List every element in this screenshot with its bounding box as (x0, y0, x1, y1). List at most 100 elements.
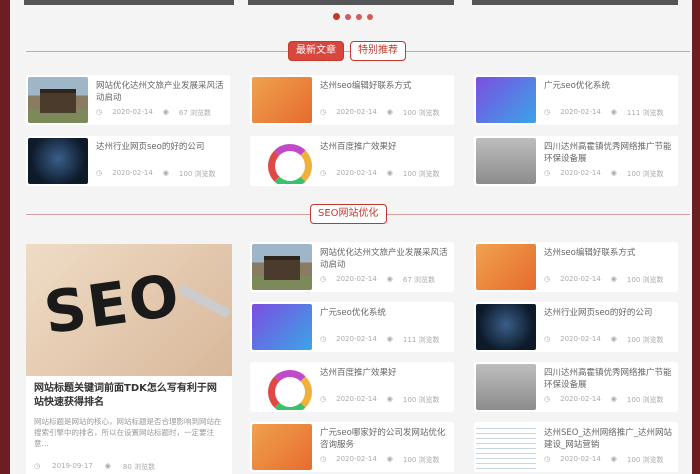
slide-thumb[interactable] (24, 0, 234, 5)
article-views: 100 浏览数 (626, 276, 664, 284)
feature-article-card[interactable]: SEO 网站标题关键词前面TDK怎么写有利于网站快速获得排名 网站标题是网站的核… (26, 244, 232, 474)
article-title[interactable]: 网站优化达州文旅产业发展采风活动启动 (320, 247, 450, 271)
article-card[interactable]: 网站优化达州文旅产业发展采风活动启动 ◷ 2020-02-14 ◉ 67 浏览数 (250, 242, 454, 292)
slider-strip (10, 0, 692, 8)
article-card[interactable]: 达州seo编辑好联系方式 ◷ 2020-02-14 ◉ 100 浏览数 (250, 75, 454, 125)
article-title[interactable]: 达州行业网页seo的好的公司 (544, 307, 674, 319)
article-thumbnail[interactable] (252, 364, 312, 410)
tab-latest-articles[interactable]: 最新文章 (288, 41, 344, 61)
clock-icon: ◷ (544, 108, 551, 116)
article-title[interactable]: 网站优化达州文旅产业发展采风活动启动 (96, 80, 226, 104)
article-meta: ◷ 2020-02-14 ◉ 67 浏览数 (320, 275, 454, 285)
eye-icon: ◉ (610, 108, 617, 116)
eye-icon: ◉ (610, 335, 617, 343)
slider-dot[interactable] (367, 14, 373, 20)
article-card[interactable]: 四川达州高霍镇优秀网络推广节能环保设备展 ◷ 2020-02-14 ◉ 100 浏览数 (474, 136, 678, 186)
clock-icon: ◷ (320, 455, 327, 463)
clock-icon: ◷ (544, 395, 551, 403)
section2-tabs: SEO网站优化 (310, 204, 387, 224)
clock-icon: ◷ (96, 108, 103, 116)
slider-dot[interactable] (345, 14, 351, 20)
article-card[interactable]: 达州行业网页seo的好的公司 ◷ 2020-02-14 ◉ 100 浏览数 (474, 302, 678, 352)
feature-description: 网站标题是网站的核心，网站标题是否合理影响到网站在搜索引擎中的排名，所以在设置网… (34, 417, 222, 448)
article-meta: ◷ 2020-02-14 ◉ 100 浏览数 (544, 335, 678, 345)
article-date: 2020-02-14 (560, 275, 601, 283)
article-card[interactable]: 广元seo优化系统 ◷ 2020-02-14 ◉ 111 浏览数 (250, 302, 454, 352)
article-date: 2020-02-14 (336, 108, 377, 116)
article-thumbnail[interactable] (476, 244, 536, 290)
eye-icon: ◉ (386, 108, 393, 116)
article-card[interactable]: 达州百度推广效果好 ◷ 2020-02-14 ◉ 100 浏览数 (250, 362, 454, 412)
clock-icon: ◷ (544, 335, 551, 343)
article-views: 111 浏览数 (626, 109, 664, 117)
eye-icon: ◉ (610, 169, 617, 177)
article-views: 100 浏览数 (402, 456, 440, 464)
clock-icon: ◷ (320, 169, 327, 177)
article-views: 67 浏览数 (178, 109, 212, 117)
article-thumbnail[interactable] (28, 138, 88, 184)
article-meta: ◷ 2020-02-14 ◉ 100 浏览数 (544, 275, 678, 285)
slider-dot[interactable] (333, 13, 340, 20)
article-card[interactable]: 达州seo编辑好联系方式 ◷ 2020-02-14 ◉ 100 浏览数 (474, 242, 678, 292)
feature-meta: ◷ 2019-09-17 ◉ 80 浏览数 (34, 462, 155, 472)
article-card[interactable]: 达州百度推广效果好 ◷ 2020-02-14 ◉ 100 浏览数 (250, 136, 454, 186)
article-title[interactable]: 达州行业网页seo的好的公司 (96, 141, 226, 153)
article-title[interactable]: 四川达州高霍镇优秀网络推广节能环保设备展 (544, 367, 674, 391)
article-thumbnail[interactable] (476, 77, 536, 123)
tab-featured[interactable]: 特别推荐 (350, 41, 406, 61)
article-title[interactable]: 广元seo优化系统 (544, 80, 674, 92)
article-thumbnail[interactable] (252, 244, 312, 290)
slide-thumb[interactable] (472, 0, 678, 5)
article-thumbnail[interactable] (476, 424, 536, 470)
slider-dot[interactable] (356, 14, 362, 20)
article-meta: ◷ 2020-02-14 ◉ 100 浏览数 (544, 455, 678, 465)
article-card[interactable]: 达州SEO_达州网络推广_达州网站建设_网站营销 ◷ 2020-02-14 ◉ 100 … (474, 422, 678, 472)
article-title[interactable]: 达州seo编辑好联系方式 (320, 80, 450, 92)
article-title[interactable]: 达州百度推广效果好 (320, 141, 450, 153)
article-title[interactable]: 广元seo优化系统 (320, 307, 450, 319)
tab-seo-optimization[interactable]: SEO网站优化 (310, 204, 387, 224)
article-thumbnail[interactable] (28, 77, 88, 123)
clock-icon: ◷ (544, 169, 551, 177)
article-thumbnail[interactable] (252, 138, 312, 184)
article-title[interactable]: 四川达州高霍镇优秀网络推广节能环保设备展 (544, 141, 674, 165)
article-title[interactable]: 广元seo哪家好的公司发网站优化咨询服务 (320, 427, 450, 451)
article-meta: ◷ 2020-02-14 ◉ 100 浏览数 (320, 169, 454, 179)
slide-thumb[interactable] (248, 0, 454, 5)
article-meta: ◷ 2020-02-14 ◉ 100 浏览数 (544, 169, 678, 179)
article-date: 2020-02-14 (560, 108, 601, 116)
article-views: 100 浏览数 (402, 109, 440, 117)
article-thumbnail[interactable] (476, 364, 536, 410)
article-thumbnail[interactable] (252, 424, 312, 470)
article-date: 2020-02-14 (336, 395, 377, 403)
eye-icon: ◉ (610, 395, 617, 403)
article-title[interactable]: 达州SEO_达州网络推广_达州网站建设_网站营销 (544, 427, 674, 451)
eye-icon: ◉ (610, 455, 617, 463)
article-views: 100 浏览数 (626, 396, 664, 404)
article-date: 2020-02-14 (112, 108, 153, 116)
article-title[interactable]: 达州seo编辑好联系方式 (544, 247, 674, 259)
article-thumbnail[interactable] (252, 77, 312, 123)
article-card[interactable]: 达州行业网页seo的好的公司 ◷ 2020-02-14 ◉ 100 浏览数 (26, 136, 230, 186)
article-views: 100 浏览数 (402, 170, 440, 178)
article-thumbnail[interactable] (476, 304, 536, 350)
eye-icon: ◉ (386, 169, 393, 177)
article-thumbnail[interactable] (476, 138, 536, 184)
article-card[interactable]: 广元seo优化系统 ◷ 2020-02-14 ◉ 111 浏览数 (474, 75, 678, 125)
feature-title[interactable]: 网站标题关键词前面TDK怎么写有利于网站快速获得排名 (34, 382, 226, 410)
eye-icon: ◉ (386, 395, 393, 403)
article-meta: ◷ 2020-02-14 ◉ 100 浏览数 (320, 395, 454, 405)
article-meta: ◷ 2020-02-14 ◉ 111 浏览数 (320, 335, 454, 345)
feature-image[interactable]: SEO (26, 244, 232, 376)
article-card[interactable]: 四川达州高霍镇优秀网络推广节能环保设备展 ◷ 2020-02-14 ◉ 100 浏览数 (474, 362, 678, 412)
clock-icon: ◷ (544, 275, 551, 283)
article-thumbnail[interactable] (252, 304, 312, 350)
article-card[interactable]: 网站优化达州文旅产业发展采风活动启动 ◷ 2020-02-14 ◉ 67 浏览数 (26, 75, 230, 125)
clock-icon: ◷ (96, 169, 103, 177)
article-title[interactable]: 达州百度推广效果好 (320, 367, 450, 379)
clock-icon: ◷ (320, 335, 327, 343)
eye-icon: ◉ (104, 462, 111, 470)
article-meta: ◷ 2020-02-14 ◉ 100 浏览数 (320, 108, 454, 118)
article-views: 111 浏览数 (402, 336, 440, 344)
article-card[interactable]: 广元seo哪家好的公司发网站优化咨询服务 ◷ 2020-02-14 ◉ 100 浏览数 (250, 422, 454, 472)
